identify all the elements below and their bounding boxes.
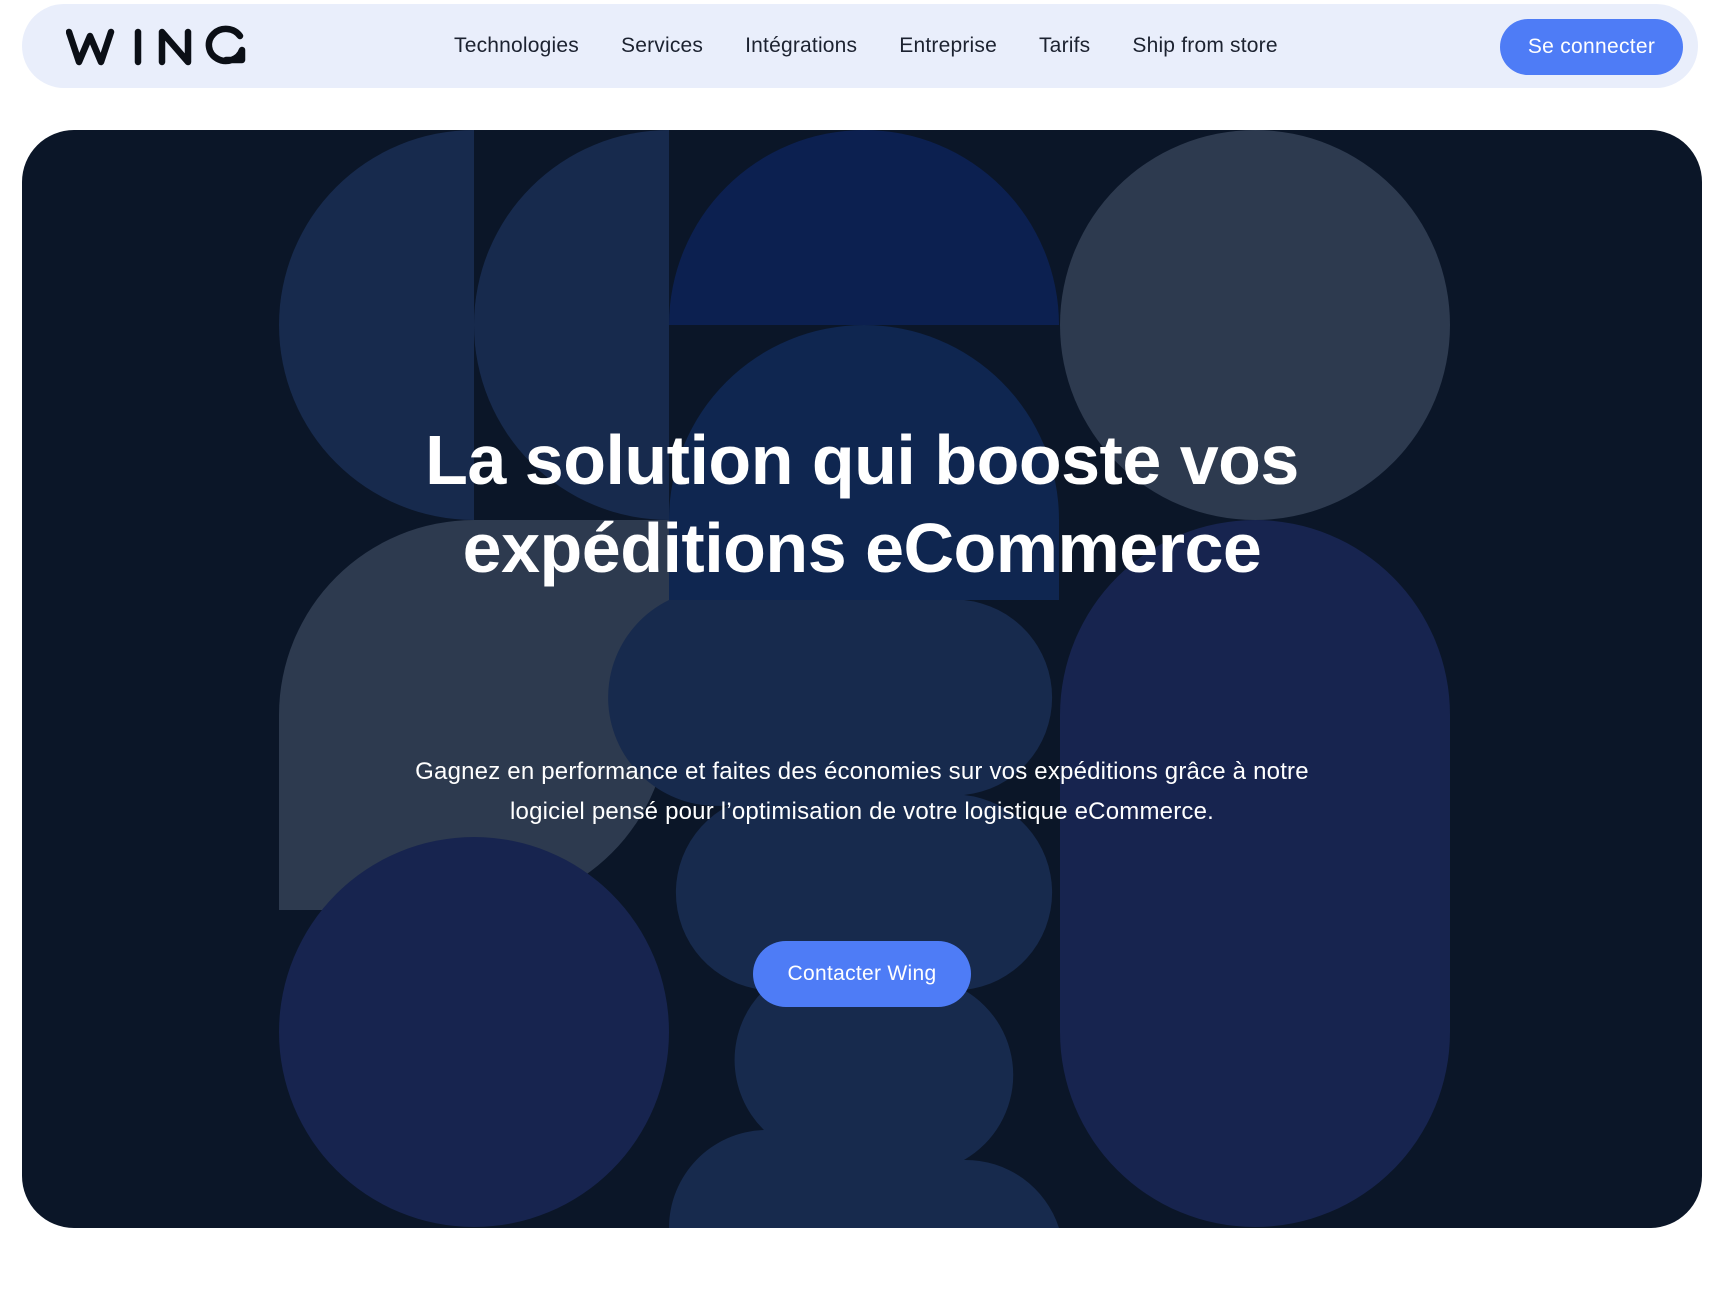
hero-title-line-2: expéditions eCommerce: [462, 509, 1262, 587]
hero-geometric-background: [279, 130, 1450, 1228]
nav-item-entreprise[interactable]: Entreprise: [899, 34, 997, 58]
hero-subtitle: Gagnez en performance et faites des écon…: [22, 752, 1702, 832]
wing-logo[interactable]: [66, 20, 246, 72]
bg-shape-circle-bottom-left: [279, 837, 669, 1227]
hero-section: La solution qui booste vos expéditions e…: [22, 130, 1702, 1228]
contact-wing-button[interactable]: Contacter Wing: [753, 941, 971, 1007]
login-button[interactable]: Se connecter: [1500, 19, 1683, 75]
bg-shape-pill-right: [1060, 520, 1450, 1227]
hero-subtitle-line-2: logiciel pensé pour l’optimisation de vo…: [509, 798, 1215, 825]
hero-title-line-1: La solution qui booste vos: [425, 421, 1299, 499]
page: Technologies Services Intégrations Entre…: [0, 0, 1720, 1290]
top-navbar: Technologies Services Intégrations Entre…: [22, 4, 1698, 88]
hero-subtitle-line-1: Gagnez en performance et faites des écon…: [415, 758, 1309, 785]
wing-logo-mark: [66, 25, 246, 66]
nav-item-tarifs[interactable]: Tarifs: [1039, 34, 1090, 58]
nav-item-technologies[interactable]: Technologies: [454, 34, 579, 58]
nav-item-services[interactable]: Services: [621, 34, 703, 58]
hero-title: La solution qui booste vos expéditions e…: [22, 416, 1702, 592]
main-nav: Technologies Services Intégrations Entre…: [454, 4, 1278, 88]
bg-shape-dome-top-center: [669, 130, 1059, 325]
nav-item-ship-from-store[interactable]: Ship from store: [1132, 34, 1277, 58]
bg-shape-wavy-column: [608, 600, 1059, 1228]
nav-item-integrations[interactable]: Intégrations: [745, 34, 857, 58]
